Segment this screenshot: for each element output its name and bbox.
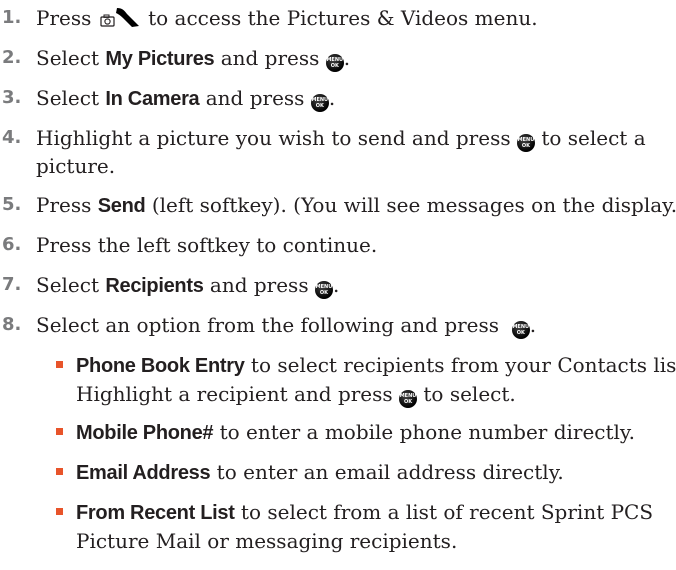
menu-ok-key-icon: MENU OK [516,134,535,152]
step-text: (left softkey). (You will see messages o… [151,193,676,217]
step-text: Select [36,46,100,70]
option-text: to enter an email address directly. [216,460,564,484]
step-number: 6. [2,234,22,255]
step-number: 4. [2,127,22,148]
step-text: Select [36,86,100,110]
menu-ok-key-icon: MENU OK [314,281,333,299]
step-number: 3. [2,87,22,108]
bold-term: Mobile Phone# [76,422,214,444]
option-text: Highlight a recipient and press [76,382,393,406]
step-text: Press the left softkey to continue. [36,233,378,257]
bold-term: Recipients [105,275,204,297]
camera-key-icon [98,5,142,29]
step-text: and press [209,273,309,297]
option-text: to select from a list of recent Sprint P… [240,500,654,524]
step-text: Press [36,193,92,217]
bold-term: In Camera [105,88,200,110]
bullet-icon [56,468,63,475]
option-text: to select recipients from your Contacts … [250,353,676,377]
step-number: 5. [2,194,22,215]
bold-term: My Pictures [105,48,215,70]
step-number: 1. [2,7,22,28]
bullet-icon [56,361,63,368]
instruction-page: 1. Press to access the Pictures & Videos… [0,0,676,570]
step-number: 7. [2,274,22,295]
bold-term: Send [97,195,146,217]
option-text: Picture Mail or messaging recipients. [76,529,458,553]
step-text: Select an option from the following and … [36,313,500,337]
menu-ok-key-icon: MENU OK [325,54,344,72]
bold-term: From Recent List [76,502,235,524]
step-number: 2. [2,47,22,68]
step-text: to access the Pictures & Videos menu. [148,6,538,30]
step-text: picture. [36,154,116,178]
step-text: Select [36,273,100,297]
menu-ok-key-icon: MENU OK [310,94,329,112]
bold-term: Phone Book Entry [76,355,245,377]
option-text: to select. [423,382,516,406]
camera-icon [100,8,139,27]
menu-ok-key-icon: MENU OK [399,390,418,408]
option-text: to enter a mobile phone number directly. [219,420,635,444]
step-text: and press [205,86,305,110]
step-text: Highlight a picture you wish to send and… [36,126,511,150]
bullet-icon [56,428,63,435]
step-number: 8. [2,314,22,335]
menu-ok-key-icon: MENU OK [511,321,530,339]
step-text: to select a [541,126,646,150]
bold-term: Email Address [76,462,211,484]
bullet-icon [56,508,63,515]
step-text: Press [36,6,92,30]
step-text: and press [220,46,320,70]
